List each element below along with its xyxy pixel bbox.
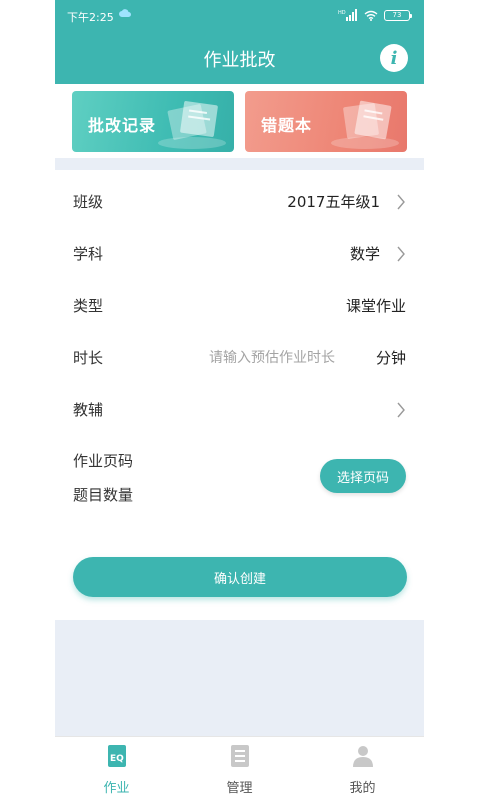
notebook-illustration-icon xyxy=(331,100,399,149)
subject-row[interactable]: 学科 数学 xyxy=(55,228,424,280)
profile-icon xyxy=(352,746,373,767)
confirm-create-button[interactable]: 确认创建 xyxy=(73,557,407,597)
homework-icon: EQ xyxy=(107,745,126,767)
tab-homework[interactable]: EQ 作业 xyxy=(55,737,178,800)
section-divider xyxy=(55,158,424,170)
chevron-right-icon xyxy=(397,246,405,262)
info-icon[interactable]: i xyxy=(380,44,408,72)
tutor-label: 教辅 xyxy=(73,401,104,419)
header-bar: 下午2:25 HD 73 作业批改 i xyxy=(55,0,424,84)
weather-cloud-icon xyxy=(119,9,131,17)
chevron-right-icon xyxy=(397,402,405,418)
tutor-row[interactable]: 教辅 xyxy=(55,384,424,436)
review-records-card[interactable]: 批改记录 xyxy=(72,91,234,152)
duration-row: 时长 分钟 xyxy=(55,332,424,384)
page-code-label: 作业页码 xyxy=(73,452,134,470)
duration-label: 时长 xyxy=(73,349,104,367)
tab-manage-label: 管理 xyxy=(226,781,253,796)
page-code-section: 作业页码 题目数量 选择页码 xyxy=(55,448,424,528)
status-bar: 下午2:25 HD 73 xyxy=(55,0,424,32)
battery-icon: 73 xyxy=(384,9,412,21)
wrong-questions-label: 错题本 xyxy=(261,116,313,135)
tab-manage[interactable]: 管理 xyxy=(178,737,301,800)
status-time: 下午2:25 xyxy=(67,11,114,24)
class-value: 2017五年级1 xyxy=(287,193,380,211)
duration-input[interactable] xyxy=(175,345,335,371)
bottom-tab-bar: EQ 作业 管理 我的 xyxy=(55,736,424,800)
network-type-label: HD xyxy=(338,10,346,16)
type-value: 课堂作业 xyxy=(345,297,406,315)
select-page-button[interactable]: 选择页码 xyxy=(320,459,406,493)
duration-unit: 分钟 xyxy=(375,349,406,367)
review-records-label: 批改记录 xyxy=(88,116,157,135)
signal-icon: HD xyxy=(338,9,357,21)
tab-profile-label: 我的 xyxy=(349,781,376,796)
page-title: 作业批改 xyxy=(203,50,276,71)
subject-label: 学科 xyxy=(73,245,104,263)
wifi-icon xyxy=(364,10,378,21)
manage-icon xyxy=(230,745,249,767)
type-row: 类型 课堂作业 xyxy=(55,280,424,332)
chevron-right-icon xyxy=(397,194,405,210)
tab-profile[interactable]: 我的 xyxy=(301,737,424,800)
class-row[interactable]: 班级 2017五年级1 xyxy=(55,176,424,228)
class-label: 班级 xyxy=(73,193,104,211)
app-screen: 下午2:25 HD 73 作业批改 i 批改记录 错题本 班级 2017五年级1… xyxy=(55,0,424,800)
tab-homework-label: 作业 xyxy=(103,781,130,796)
battery-level: 73 xyxy=(392,11,402,19)
svg-text:EQ: EQ xyxy=(110,754,124,764)
status-indicators: HD 73 xyxy=(338,8,412,22)
question-count-label: 题目数量 xyxy=(73,486,134,504)
shortcut-cards: 批改记录 错题本 xyxy=(55,84,424,158)
subject-value: 数学 xyxy=(349,245,380,263)
wrong-questions-card[interactable]: 错题本 xyxy=(245,91,407,152)
type-label: 类型 xyxy=(73,297,104,315)
content-background xyxy=(55,620,424,736)
